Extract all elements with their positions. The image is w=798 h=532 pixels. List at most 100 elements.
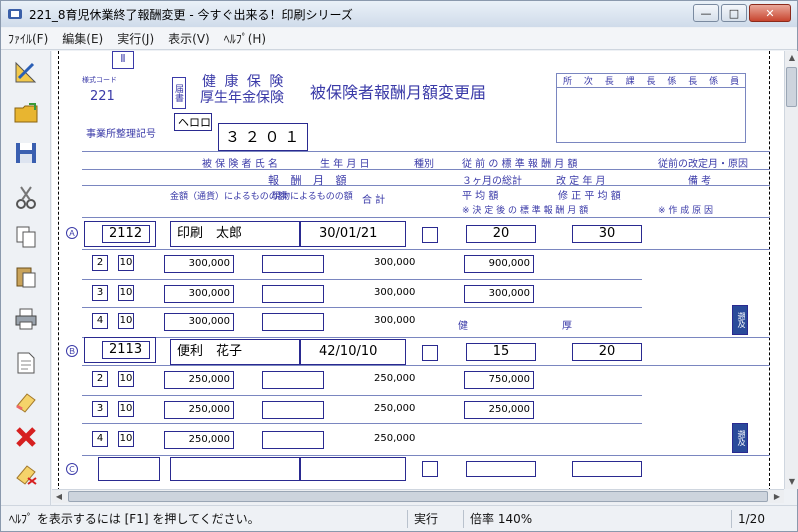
person-b-birth[interactable]: 42/10/10 xyxy=(300,339,406,365)
b-row2-day[interactable]: 10 xyxy=(118,401,134,417)
person-c-ken[interactable] xyxy=(466,461,536,477)
b-row1-total: 250,000 xyxy=(374,373,416,384)
a-row1-amount[interactable]: 300,000 xyxy=(164,255,234,273)
a-kou-label: 厚 xyxy=(562,321,572,332)
office-code[interactable]: ヘロロ xyxy=(174,113,212,131)
person-c-birth[interactable] xyxy=(300,457,406,481)
vertical-scrollbar[interactable]: ▲ ▼ xyxy=(784,51,798,489)
b-row2-amount[interactable]: 250,000 xyxy=(164,401,234,419)
scroll-up-icon[interactable]: ▲ xyxy=(785,51,798,65)
status-bar: ﾍﾙﾌﾟ を表示するには [F1] を押してください。 実行 倍率 140% 1… xyxy=(1,505,797,531)
a-sum[interactable]: 900,000 xyxy=(464,255,534,273)
person-a-kou[interactable]: 30 xyxy=(572,225,642,243)
scroll-left-icon[interactable]: ◀ xyxy=(52,490,66,504)
b-row3-month[interactable]: 4 xyxy=(92,431,108,447)
hdr-prev-std: 従 前 の 標 準 報 酬 月 額 xyxy=(462,159,578,170)
menu-bar: ﾌｧｲﾙ(F) 編集(E) 実行(J) 表示(V) ﾍﾙﾌﾟ(H) xyxy=(1,28,797,50)
menu-run[interactable]: 実行(J) xyxy=(110,30,161,47)
menu-help[interactable]: ﾍﾙﾌﾟ(H) xyxy=(217,30,273,47)
b-row1-goods[interactable] xyxy=(262,371,324,389)
person-b-name[interactable]: 便利 花子 xyxy=(170,339,300,365)
clear-icon[interactable] xyxy=(9,457,43,489)
app-icon xyxy=(8,9,22,19)
form-kind: 届書 xyxy=(172,77,186,109)
a-row2-month[interactable]: 3 xyxy=(92,285,108,301)
b-sum[interactable]: 750,000 xyxy=(464,371,534,389)
save-disk-icon[interactable] xyxy=(9,137,43,169)
scroll-down-icon[interactable]: ▼ xyxy=(785,475,798,489)
a-row3-day[interactable]: 10 xyxy=(118,313,134,329)
b-row1-amount[interactable]: 250,000 xyxy=(164,371,234,389)
person-b-kou[interactable]: 20 xyxy=(572,343,642,361)
close-button[interactable]: ✕ xyxy=(749,4,791,22)
b-row3-day[interactable]: 10 xyxy=(118,431,134,447)
menu-view[interactable]: 表示(V) xyxy=(161,30,217,47)
a-row2-amount[interactable]: 300,000 xyxy=(164,285,234,303)
a-row1-day[interactable]: 10 xyxy=(118,255,134,271)
window-title: 221_8育児休業終了報酬変更 - 今すぐ出来る！印刷シリーズ xyxy=(29,7,353,22)
paste-icon[interactable] xyxy=(9,261,43,293)
a-row1-month[interactable]: 2 xyxy=(92,255,108,271)
horizontal-scrollbar[interactable]: ◀ ▶ xyxy=(52,489,784,503)
title-bar[interactable]: 221_8育児休業終了報酬変更 - 今すぐ出来る！印刷シリーズ — □ ✕ xyxy=(1,1,797,27)
status-zoom: 倍率 140% xyxy=(463,510,563,528)
a-avg[interactable]: 300,000 xyxy=(464,285,534,303)
menu-file[interactable]: ﾌｧｲﾙ(F) xyxy=(1,30,55,47)
a-row1-goods[interactable] xyxy=(262,255,324,273)
person-b-ken[interactable]: 15 xyxy=(466,343,536,361)
person-a-number[interactable]: 2112 xyxy=(102,225,150,243)
a-row3-goods[interactable] xyxy=(262,313,324,331)
b-row2-month[interactable]: 3 xyxy=(92,401,108,417)
form-canvas[interactable]: Ⅱ 様式コード 221 届書 健 康 保 険 厚生年金保険 被保険者報酬月額変更… xyxy=(52,51,784,489)
b-row1-month[interactable]: 2 xyxy=(92,371,108,387)
b-row2-total: 250,000 xyxy=(374,403,416,414)
scroll-right-icon[interactable]: ▶ xyxy=(770,490,784,504)
office-label: 事業所整理記号 xyxy=(86,129,156,140)
b-row3-total: 250,000 xyxy=(374,433,416,444)
print-icon[interactable] xyxy=(9,303,43,335)
eraser-icon[interactable] xyxy=(9,385,43,417)
person-a-name[interactable]: 印刷 太郎 xyxy=(170,221,300,247)
design-ruler-icon[interactable] xyxy=(9,57,43,89)
delete-x-icon[interactable] xyxy=(9,421,43,453)
vertical-scroll-thumb[interactable] xyxy=(786,67,797,107)
person-a-birth[interactable]: 30/01/21 xyxy=(300,221,406,247)
mark-a: Ａ xyxy=(66,227,78,239)
person-b-type[interactable] xyxy=(422,345,438,361)
horizontal-scroll-thumb[interactable] xyxy=(68,491,768,502)
person-c-type[interactable] xyxy=(422,461,438,477)
maximize-button[interactable]: □ xyxy=(721,4,747,22)
title-left-2: 厚生年金保険 xyxy=(200,90,284,106)
hdr-birth: 生 年 月 日 xyxy=(320,159,370,170)
hdr-avg: 平 均 額 xyxy=(462,191,499,202)
office-number[interactable]: ３ ２ ０ １ xyxy=(218,123,308,151)
cut-scissors-icon[interactable] xyxy=(9,181,43,213)
document-icon[interactable] xyxy=(9,347,43,379)
b-avg[interactable]: 250,000 xyxy=(464,401,534,419)
person-a-type[interactable] xyxy=(422,227,438,243)
b-row2-goods[interactable] xyxy=(262,401,324,419)
hdr-decided: ※ 決 定 後 の 標 準 報 酬 月 額 xyxy=(462,206,589,216)
hdr-name: 被 保 険 者 氏 名 xyxy=(202,159,278,170)
minimize-button[interactable]: — xyxy=(693,4,719,22)
person-c-kou[interactable] xyxy=(572,461,642,477)
person-c-number[interactable] xyxy=(98,457,160,481)
mark-b: Ｂ xyxy=(66,345,78,357)
person-c-name[interactable] xyxy=(170,457,300,481)
a-row3-month[interactable]: 4 xyxy=(92,313,108,329)
app-window: 221_8育児休業終了報酬変更 - 今すぐ出来る！印刷シリーズ — □ ✕ ﾌｧ… xyxy=(0,0,798,532)
b-row3-amount[interactable]: 250,000 xyxy=(164,431,234,449)
open-folder-icon[interactable] xyxy=(9,97,43,129)
a-sokyu: 遡及 xyxy=(732,305,748,335)
b-row1-day[interactable]: 10 xyxy=(118,371,134,387)
hdr-mod-avg: 修 正 平 均 額 xyxy=(558,191,621,202)
person-b-number[interactable]: 2113 xyxy=(102,341,150,359)
copy-icon[interactable] xyxy=(9,221,43,253)
menu-edit[interactable]: 編集(E) xyxy=(55,30,110,47)
person-a-ken[interactable]: 20 xyxy=(466,225,536,243)
hdr-goods: 現物によるものの額 xyxy=(272,192,353,202)
a-row3-amount[interactable]: 300,000 xyxy=(164,313,234,331)
a-row2-goods[interactable] xyxy=(262,285,324,303)
a-row2-day[interactable]: 10 xyxy=(118,285,134,301)
b-row3-goods[interactable] xyxy=(262,431,324,449)
